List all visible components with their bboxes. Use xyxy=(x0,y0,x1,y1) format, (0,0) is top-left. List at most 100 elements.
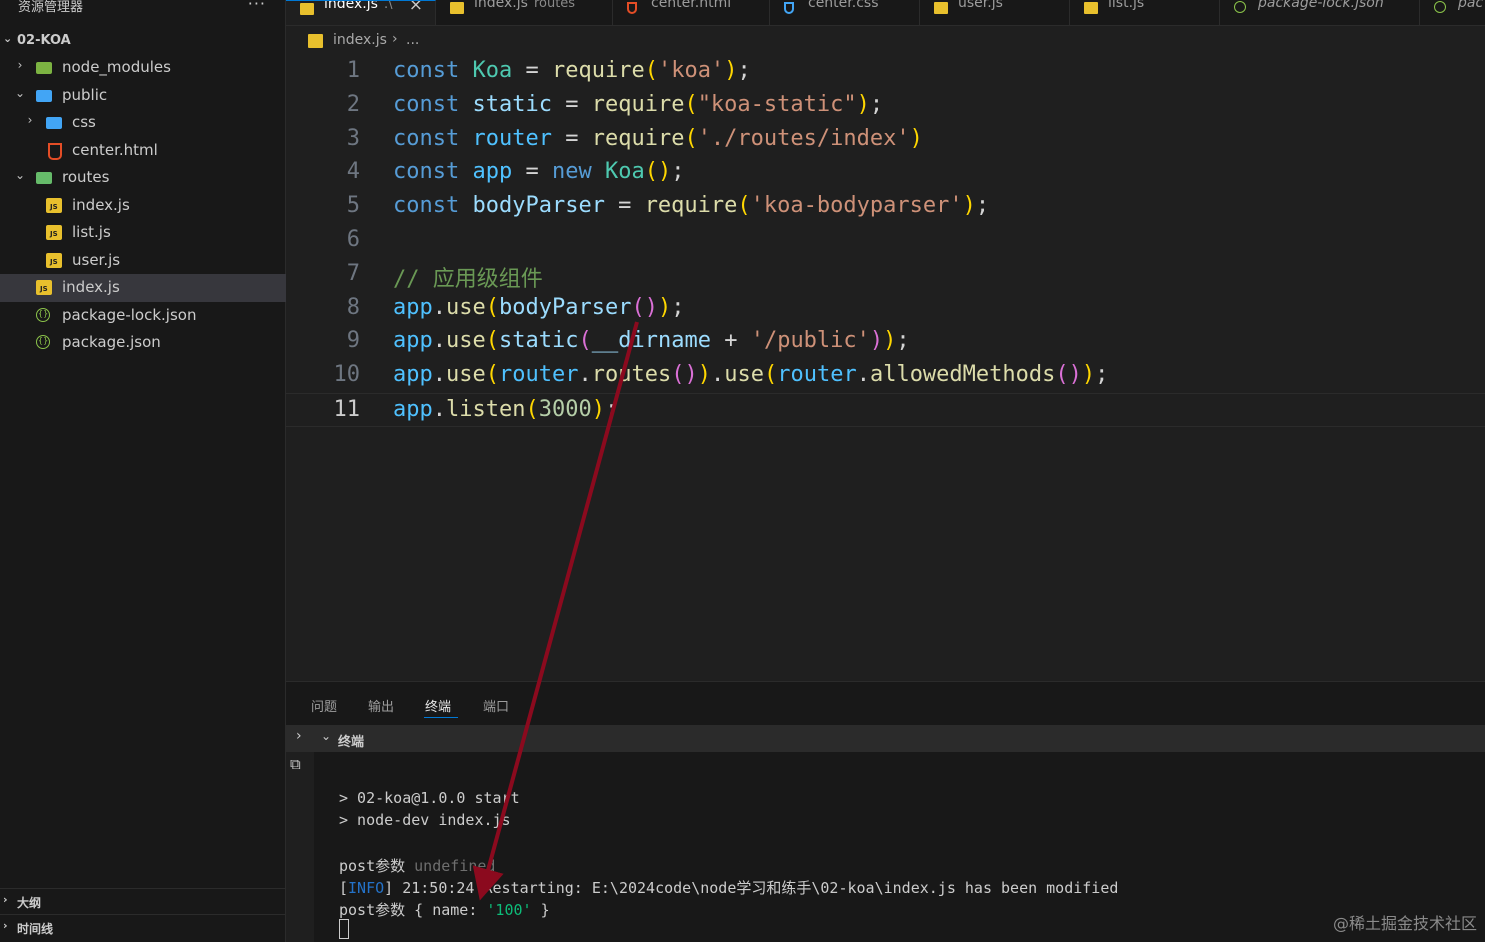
editor-tab[interactable]: index.js routes xyxy=(436,0,613,25)
html-file-icon xyxy=(46,142,62,160)
terminal-line: > 02-koa@1.0.0 start xyxy=(339,789,520,807)
line-number: 6 xyxy=(346,227,360,252)
terminal-header: › ⌄ 终端 xyxy=(286,725,1485,752)
code-token: use xyxy=(446,362,486,388)
tab-label: pac xyxy=(1458,0,1483,11)
terminal-session-icon[interactable]: ⧉ xyxy=(290,755,301,773)
more-actions-icon[interactable]: ··· xyxy=(248,0,266,13)
code-line[interactable]: 11 app.listen(3000); xyxy=(286,393,1485,427)
code-token: require xyxy=(591,91,685,117)
folder-node-icon xyxy=(36,62,52,74)
code-line[interactable]: 2 const static = require("koa-static"); xyxy=(286,89,1485,123)
tree-folder[interactable]: ⌄ routes xyxy=(0,164,286,192)
code-token: ( xyxy=(485,328,499,354)
code-line[interactable]: 4 const app = new Koa(); xyxy=(286,156,1485,190)
code-token: allowedMethods xyxy=(869,362,1056,388)
workspace-root[interactable]: ⌄ 02-KOA xyxy=(0,30,286,52)
js-file-icon xyxy=(46,225,62,240)
js-file-icon xyxy=(934,2,948,14)
tree-folder[interactable]: › node_modules xyxy=(0,54,286,82)
terminal-cursor xyxy=(339,919,349,939)
code-line[interactable]: 9 app.use(static(__dirname + '/public')); xyxy=(286,325,1485,359)
code-token: . xyxy=(578,362,592,388)
terminal-line: post参数 { name: '100' } xyxy=(339,899,550,920)
code-line[interactable]: 8 app.use(bodyParser()); xyxy=(286,292,1485,326)
chevron-down-icon[interactable]: ⌄ xyxy=(321,729,331,743)
code-token: ) xyxy=(657,294,672,320)
code-text: const app = new Koa(); xyxy=(393,159,684,184)
code-token: ( xyxy=(578,328,592,354)
chevron-right-icon[interactable]: › xyxy=(296,728,302,744)
editor-tab[interactable]: pac xyxy=(1420,0,1485,25)
breadcrumb-more[interactable]: ... xyxy=(406,32,419,48)
breadcrumb-file[interactable]: index.js xyxy=(333,32,387,48)
timeline-section[interactable]: › 时间线 xyxy=(0,914,286,938)
code-token: . xyxy=(710,362,725,388)
js-file-icon xyxy=(46,252,62,268)
tree-folder[interactable]: › css xyxy=(0,109,286,137)
tab-filename: package-lock.json xyxy=(1258,0,1384,11)
tree-file[interactable]: user.js xyxy=(0,247,286,275)
code-token: app xyxy=(393,397,433,422)
tree-file[interactable]: list.js xyxy=(0,219,286,247)
code-line[interactable]: 5 const bodyParser = require('koa-bodypar… xyxy=(286,190,1485,224)
terminal-output[interactable]: > 02-koa@1.0.0 start > node-dev index.js p… xyxy=(314,752,1485,942)
editor-tab[interactable]: center.css xyxy=(770,0,920,25)
css-file-icon xyxy=(784,2,794,14)
editor-tab[interactable]: list.js xyxy=(1070,0,1220,25)
tree-item-label: index.js xyxy=(62,278,120,296)
tree-file[interactable]: index.js xyxy=(0,274,286,302)
panel-tab[interactable]: 端口 xyxy=(483,696,509,715)
tree-folder[interactable]: ⌄ public xyxy=(0,82,286,110)
tab-description: routes xyxy=(533,0,576,11)
editor-tab[interactable]: center.html xyxy=(613,0,770,25)
outline-section[interactable]: › 大纲 xyxy=(0,888,286,912)
chevron-right-icon: › xyxy=(27,113,33,127)
tab-description: .\ xyxy=(383,0,393,12)
html-file-icon xyxy=(627,2,637,14)
editor-tab[interactable]: package-lock.json xyxy=(1220,0,1420,25)
code-line[interactable]: 3 const router = require('./routes/index'… xyxy=(286,123,1485,157)
tree-file[interactable]: package-lock.json xyxy=(0,302,286,330)
code-token: ) xyxy=(591,397,605,422)
code-line[interactable]: 7 // 应用级组件 xyxy=(286,258,1485,292)
line-number: 8 xyxy=(346,294,360,320)
terminal-line: [INFO] 21:50:24 Restarting: E:\2024code\… xyxy=(339,877,1118,898)
panel-tab[interactable]: 问题 xyxy=(311,696,337,715)
code-line[interactable]: 6 xyxy=(286,224,1485,258)
terminal-segment: '100' xyxy=(486,901,532,919)
js-file-icon xyxy=(1084,2,1098,14)
close-icon[interactable]: × xyxy=(409,1,423,15)
code-token: ; xyxy=(896,328,910,354)
chevron-right-icon: › xyxy=(3,919,8,932)
js-file-icon xyxy=(300,3,314,15)
terminal-gutter: ⧉ xyxy=(286,752,314,942)
editor-tab[interactable]: user.js xyxy=(920,0,1070,25)
code-line[interactable]: 10 app.use(router.routes()).use(router.al… xyxy=(286,359,1485,393)
line-number: 10 xyxy=(333,362,361,388)
code-token: ; xyxy=(1095,362,1109,388)
code-token: ( xyxy=(485,294,499,320)
editor-tab-bar: index.js .\ × index.js routes center.html cent… xyxy=(286,0,1485,26)
line-number: 9 xyxy=(346,328,360,354)
tree-file[interactable]: index.js xyxy=(0,192,286,220)
panel-tab[interactable]: 终端 xyxy=(425,696,451,715)
tree-file[interactable]: center.html xyxy=(0,137,286,165)
chevron-right-icon: › xyxy=(3,893,8,906)
code-editor[interactable]: 1 const Koa = require('koa'); 2 const stati… xyxy=(286,52,1485,680)
json-file-icon xyxy=(1434,1,1446,13)
code-token: ( xyxy=(684,125,698,151)
code-token: app xyxy=(393,328,433,354)
code-token: routes xyxy=(591,362,672,388)
code-token: 3000 xyxy=(538,397,592,422)
code-token: use xyxy=(724,362,764,388)
code-token: require xyxy=(591,125,685,151)
code-line[interactable]: 1 const Koa = require('koa'); xyxy=(286,55,1485,89)
panel-tab[interactable]: 输出 xyxy=(368,696,394,715)
code-token: ; xyxy=(869,91,884,117)
code-token: ; xyxy=(671,159,685,185)
editor-tab[interactable]: index.js .\ × xyxy=(286,0,436,25)
tree-file[interactable]: package.json xyxy=(0,329,286,357)
tree-item-label: css xyxy=(72,113,96,131)
